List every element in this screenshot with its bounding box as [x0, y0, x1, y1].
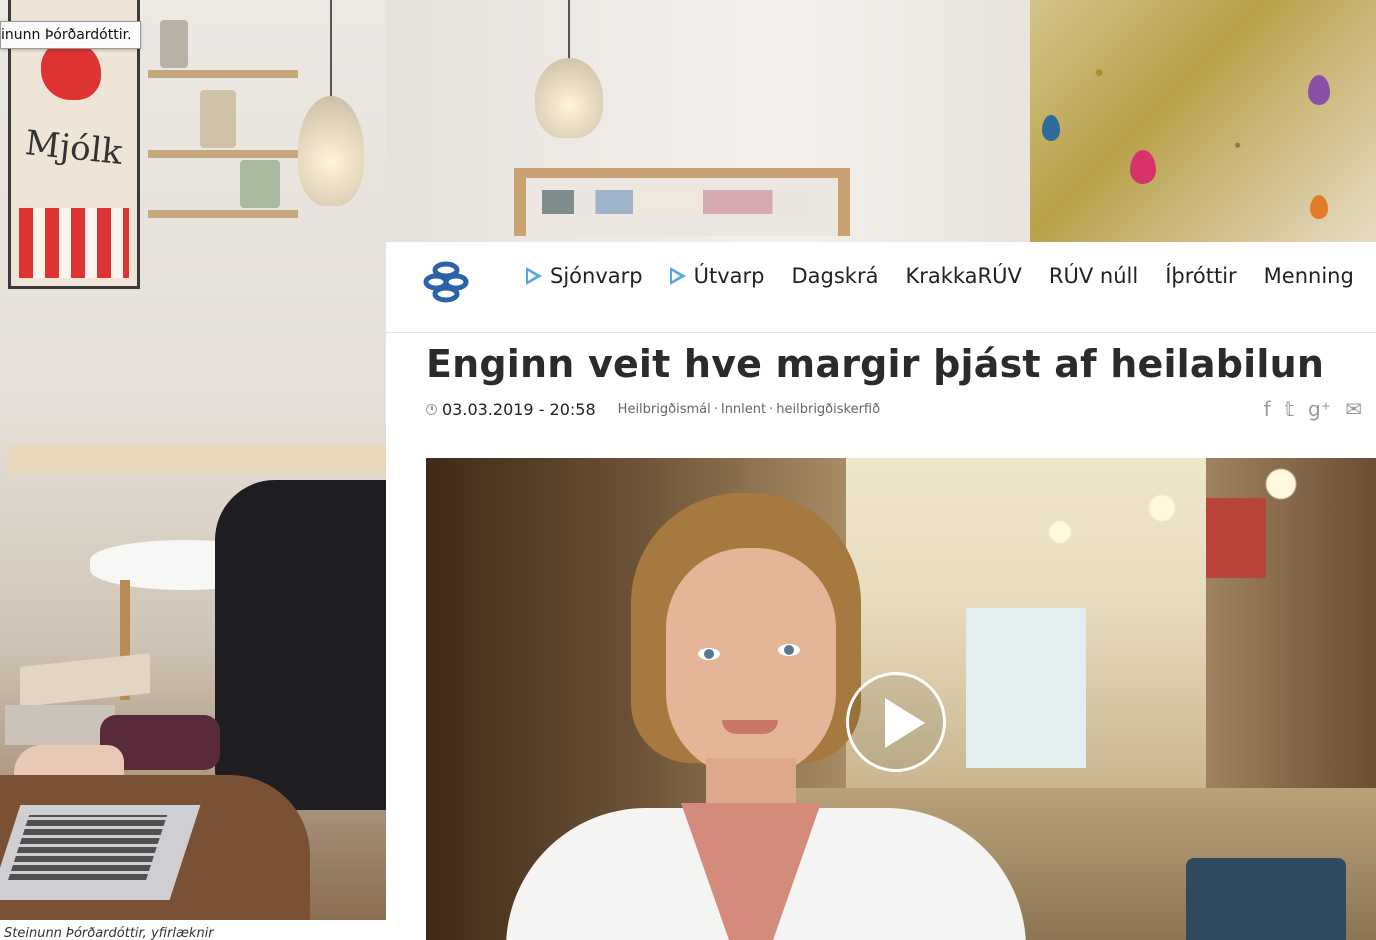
person — [215, 480, 386, 810]
nav-item-menning[interactable]: Menning — [1264, 264, 1354, 288]
jar — [240, 160, 280, 208]
ruv-logo-icon[interactable] — [422, 258, 470, 306]
laptop-keyboard — [8, 815, 168, 880]
top-navigation: Sjónvarp Útvarp Dagskrá KrakkaRÚV RÚV núll Íþ… — [386, 242, 1376, 333]
article-headline: Enginn veit hve margir þjást af heilabil… — [426, 342, 1325, 386]
exit-sign — [1206, 498, 1266, 578]
play-triangle-icon — [526, 267, 542, 285]
doctor-mouth — [722, 720, 778, 734]
corridor-window — [966, 608, 1086, 768]
nav-item-label: KrakkaRÚV — [905, 264, 1022, 288]
easter-egg — [1130, 150, 1156, 184]
nav-item-label: Dagskrá — [791, 264, 879, 288]
easter-egg — [1308, 75, 1330, 105]
easter-tree — [1030, 0, 1376, 242]
tag-separator: · — [713, 402, 718, 417]
nav-item-label: Útvarp — [693, 264, 765, 288]
mail-icon[interactable]: ✉ — [1345, 396, 1362, 422]
nav-item-íþróttir[interactable]: Íþróttir — [1165, 264, 1236, 288]
nav-item-label: RÚV núll — [1048, 264, 1139, 288]
wall-shelf — [148, 70, 298, 78]
article-tags: Heilbrigðismál · Innlent · heilbrigðiskerfið — [618, 402, 880, 417]
article-tag[interactable]: Innlent — [721, 402, 766, 417]
doctor-face — [666, 548, 836, 778]
nav-menu: Sjónvarp Útvarp Dagskrá KrakkaRÚV RÚV núll Íþ… — [526, 264, 1376, 288]
twitter-icon[interactable]: 𝕥 — [1285, 396, 1294, 422]
nav-item-sjónvarp[interactable]: Sjónvarp — [526, 264, 643, 288]
kitchen-counter — [8, 445, 386, 475]
laptop — [0, 805, 201, 900]
nav-item-dagskrá[interactable]: Dagskrá — [791, 264, 878, 288]
nav-item-label: Sjónvarp — [550, 264, 643, 288]
jar — [200, 90, 236, 148]
doctor-eye — [698, 648, 720, 660]
niche-items — [542, 190, 810, 214]
nav-item-útvarp[interactable]: Útvarp — [669, 264, 765, 288]
lamp-cord — [330, 0, 332, 100]
nav-item-rúv-núll[interactable]: RÚV núll — [1049, 264, 1138, 288]
google-plus-icon[interactable]: g⁺ — [1308, 396, 1331, 422]
article-meta: 03.03.2019 - 20:58 Heilbrigðismál · Innlen… — [426, 400, 880, 419]
nav-item-krakkarúv[interactable]: KrakkaRÚV — [905, 264, 1021, 288]
photo-caption: Steinunn Þórðardóttir, yfirlæknir — [4, 926, 214, 940]
image-tooltip: inunn Þórðardóttir. — [0, 21, 141, 49]
article-tag[interactable]: Heilbrigðismál — [618, 402, 711, 417]
article-date: 03.03.2019 - 20:58 — [442, 400, 596, 419]
wall-shelf — [148, 150, 298, 158]
easter-egg — [1042, 115, 1060, 141]
share-buttons: f 𝕥 g⁺ ✉ — [1264, 396, 1362, 422]
waiting-chair — [1186, 858, 1346, 940]
poster-stripes — [19, 208, 129, 278]
wall-shelf — [148, 210, 298, 218]
play-icon[interactable] — [846, 672, 946, 772]
notebook — [5, 705, 115, 745]
video-player[interactable] — [426, 458, 1376, 940]
nav-item-label: Menning — [1263, 264, 1354, 288]
nav-item-label: Íþróttir — [1165, 264, 1237, 288]
poster-text: Mjólk — [23, 123, 125, 173]
news-page: Sjónvarp Útvarp Dagskrá KrakkaRÚV RÚV núll Íþ… — [386, 242, 1376, 940]
pendant-lamp — [535, 58, 603, 138]
jar — [160, 20, 188, 68]
facebook-icon[interactable]: f — [1264, 396, 1271, 422]
pendant-lamp — [298, 96, 364, 206]
cow-graphic — [41, 40, 101, 100]
play-triangle-icon — [669, 267, 686, 285]
clock-icon — [426, 404, 437, 415]
ceiling-lights — [1026, 468, 1366, 548]
doctor-eye — [778, 644, 800, 656]
tag-separator: · — [769, 402, 774, 417]
wall-niche-shelf — [514, 168, 850, 236]
article-tag[interactable]: heilbrigðiskerfið — [776, 402, 880, 417]
easter-egg — [1310, 195, 1328, 219]
lamp-cord — [568, 0, 570, 60]
